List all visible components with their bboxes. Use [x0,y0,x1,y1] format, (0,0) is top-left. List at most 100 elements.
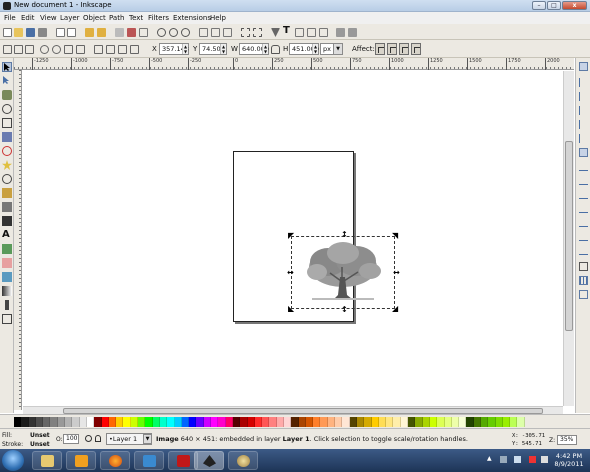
lock-icon[interactable] [271,45,280,54]
connector-tool[interactable] [2,314,12,324]
rectangle-tool[interactable] [2,118,12,128]
taskbar-inkscape[interactable] [194,451,224,470]
palette-swatch[interactable] [72,416,80,427]
lower-icon[interactable] [118,45,127,54]
fill-stroke-icon[interactable] [271,28,280,37]
horizontal-scrollbar[interactable] [23,406,563,414]
palette-swatch[interactable] [203,416,212,427]
snap-smooth-nodes-icon[interactable] [579,204,588,213]
snap-bbox-icon[interactable] [579,78,588,87]
palette-swatch[interactable] [305,416,314,427]
palette-swatch[interactable] [356,416,365,427]
palette-swatch[interactable] [283,416,292,427]
close-button[interactable]: x [562,1,587,10]
maximize-button[interactable]: □ [547,1,561,10]
tree-image[interactable] [292,237,394,308]
scale-handle-left[interactable]: ↔ [287,269,294,277]
snap-guides-icon[interactable] [579,290,588,299]
menu-file[interactable]: File [4,14,16,22]
palette-swatch[interactable] [335,416,343,427]
palette-swatch[interactable] [167,416,175,427]
palette-swatch[interactable] [488,416,496,427]
palette-swatch[interactable] [517,416,525,427]
3d-box-tool[interactable] [2,132,12,142]
menu-object[interactable]: Object [83,14,106,22]
menu-layer[interactable]: Layer [60,14,80,22]
scale-handle-bottom[interactable]: ↕ [341,306,348,314]
scale-handle-top-right[interactable]: ◥ [392,232,398,240]
scale-handle-bottom-left[interactable]: ◣ [288,305,294,313]
eraser-tool[interactable] [2,258,12,268]
palette-swatch[interactable] [437,416,445,427]
raise-icon[interactable] [106,45,115,54]
vertical-scroll-thumb[interactable] [565,141,573,331]
pencil-tool[interactable] [2,188,12,198]
align-distribute-icon[interactable] [307,28,316,37]
print-icon[interactable] [38,28,47,37]
palette-swatch[interactable] [145,416,153,427]
palette-swatch[interactable] [364,416,372,427]
tray-volume-icon[interactable] [541,456,548,463]
palette-swatch[interactable] [269,416,277,427]
palette-swatch[interactable] [174,416,182,427]
h-spin-arrows[interactable]: ▲ ▼ [312,44,318,54]
palette-swatch[interactable] [196,416,204,427]
selector-tool[interactable] [2,62,12,72]
xml-editor-icon[interactable] [295,28,304,37]
rotate-cw-icon[interactable] [52,45,61,54]
snap-centers-icon[interactable] [579,232,588,241]
calligraphy-tool[interactable] [2,216,12,226]
duplicate-icon[interactable] [199,28,208,37]
scale-handle-right[interactable]: ↔ [393,269,400,277]
palette-swatch[interactable] [79,416,87,427]
palette-swatch[interactable] [422,416,430,427]
menu-help[interactable]: Help [210,14,226,22]
palette-swatch[interactable] [65,416,73,427]
x-spin-arrows[interactable]: ▲ ▼ [182,44,188,54]
tray-expand-icon[interactable]: ▲ [487,455,494,462]
palette-swatch[interactable] [159,416,168,427]
palette-swatch[interactable] [232,416,241,427]
select-all-icon[interactable] [3,45,12,54]
document-properties-icon[interactable] [336,28,345,37]
zoom-selection-icon[interactable] [157,28,166,37]
group-icon[interactable] [241,28,250,37]
w-spin-arrows[interactable]: ▲ ▼ [262,44,268,54]
palette-swatch[interactable] [481,416,489,427]
pen-tool[interactable] [2,202,12,212]
palette-swatch[interactable] [298,416,306,427]
palette-swatch[interactable] [57,416,66,427]
palette-swatch[interactable] [254,416,263,427]
taskbar-explorer[interactable] [32,451,62,470]
palette-swatch[interactable] [451,416,460,427]
palette-swatch[interactable] [429,416,438,427]
opacity-spinbox[interactable]: 100 [63,434,79,444]
palette-swatch[interactable] [502,416,511,427]
palette-swatch[interactable] [35,416,44,427]
start-button[interactable] [2,450,24,471]
palette-swatch[interactable] [415,416,423,427]
flip-horizontal-icon[interactable] [64,45,73,54]
palette-swatch[interactable] [138,416,146,427]
tray-network-icon[interactable] [500,456,507,463]
palette-swatch[interactable] [86,416,95,427]
rotate-ccw-icon[interactable] [40,45,49,54]
new-document-icon[interactable] [3,28,12,37]
palette-swatch[interactable] [400,416,409,427]
spray-tool[interactable] [2,244,12,254]
text-font-icon[interactable]: T [283,26,292,36]
palette-swatch[interactable] [262,416,270,427]
palette-swatch[interactable] [225,416,233,427]
palette-swatch[interactable] [247,416,255,427]
palette-swatch[interactable] [21,416,29,427]
affect-stroke-width-toggle[interactable] [375,43,385,55]
palette-swatch[interactable] [28,416,36,427]
deselect-icon[interactable] [25,45,34,54]
ellipse-tool[interactable] [2,146,12,156]
palette-swatch[interactable] [108,416,117,427]
menu-extensions[interactable]: Extensions [173,14,211,22]
snap-intersections-icon[interactable] [579,176,588,185]
palette-swatch[interactable] [495,416,503,427]
palette-swatch[interactable] [101,416,109,427]
selection-bounding-box[interactable]: ◤ ↕ ◥ ↔ ↔ ◣ ↕ ◢ [287,231,400,314]
